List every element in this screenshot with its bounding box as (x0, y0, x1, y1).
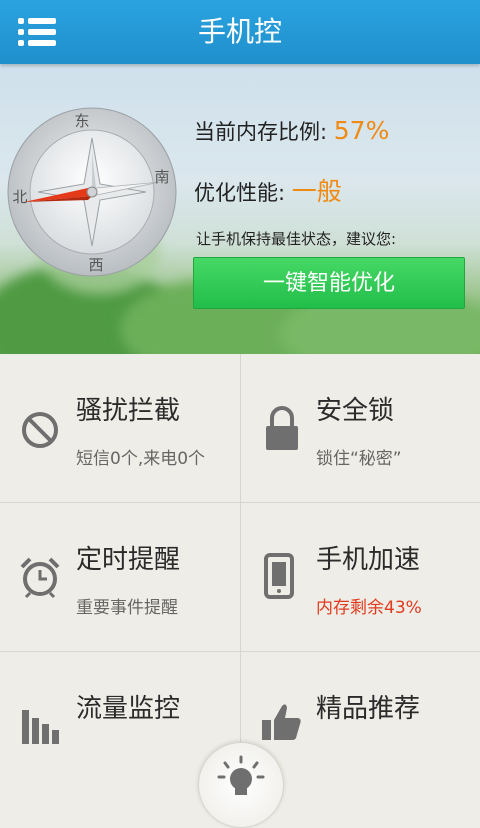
feature-title: 骚扰拦截 (76, 396, 181, 426)
thumbs-up-icon (260, 700, 304, 744)
feature-title: 流量监控 (76, 694, 181, 724)
bar-chart-icon (18, 704, 62, 748)
feature-phone-speedup[interactable]: 手机加速 内存剩余43% (240, 503, 480, 651)
one-click-optimize-button[interactable]: 一键智能优化 (193, 257, 465, 309)
phone-icon (264, 553, 308, 599)
alarm-clock-icon (18, 555, 62, 599)
feature-grid: 骚扰拦截 短信0个,来电0个 安全锁 锁住“秘密” 定时提醒 重要事件提醒 手机… (0, 354, 480, 800)
optimize-hint: 让手机保持最佳状态，建议您: (196, 230, 397, 248)
compass-east: 东 (74, 112, 89, 130)
memory-status-panel: 东 南 北 西 当前内存比例: 57% 优化性能: 一般 让手机保持最佳状态，建… (0, 64, 480, 354)
feature-subtitle: 锁住“秘密” (316, 449, 402, 469)
compass-south: 南 (154, 168, 169, 186)
compass-icon: 东 南 北 西 (4, 104, 180, 280)
memory-ratio-value: 57% (333, 116, 390, 145)
feature-subtitle: 短信0个,来电0个 (76, 449, 206, 469)
feature-subtitle: 重要事件提醒 (76, 598, 178, 618)
feature-title: 安全锁 (316, 396, 395, 426)
feature-title: 手机加速 (316, 545, 421, 575)
lightbulb-button[interactable] (198, 742, 284, 828)
feature-title: 定时提醒 (76, 545, 181, 575)
feature-timed-reminder[interactable]: 定时提醒 重要事件提醒 (0, 503, 240, 651)
lock-icon (260, 404, 304, 450)
performance-label: 优化性能: (194, 181, 286, 205)
performance-row: 优化性能: 一般 (194, 172, 342, 208)
performance-value: 一般 (291, 177, 342, 206)
feature-harassment-block[interactable]: 骚扰拦截 短信0个,来电0个 (0, 354, 240, 502)
block-icon (18, 408, 62, 452)
memory-ratio-row: 当前内存比例: 57% (194, 116, 389, 146)
feature-security-lock[interactable]: 安全锁 锁住“秘密” (240, 354, 480, 502)
compass-west: 西 (88, 256, 103, 274)
memory-ratio-label: 当前内存比例: (194, 120, 328, 144)
feature-subtitle: 内存剩余43% (316, 598, 422, 618)
compass-north: 北 (12, 188, 27, 206)
lightbulb-icon (217, 755, 265, 795)
page-title: 手机控 (197, 15, 282, 48)
feature-title: 精品推荐 (316, 694, 421, 724)
app-header: 手机控 (0, 0, 480, 64)
